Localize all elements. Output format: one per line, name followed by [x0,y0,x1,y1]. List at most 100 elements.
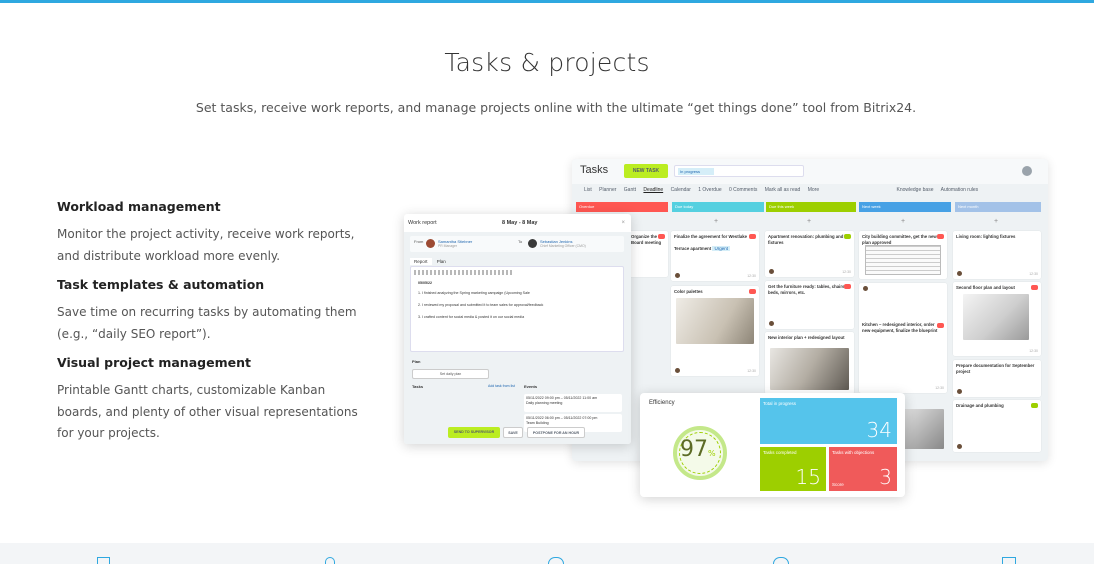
tab: 0 Comments [729,187,758,193]
tile-label: Tasks completed [763,450,797,455]
card-title: Living room: lighting fixtures [956,234,1016,239]
efficiency-widget: Efficiency 97% Total in progress 34 Task… [640,393,905,497]
column-header: Next month [955,202,1041,212]
avatar [426,239,435,248]
tile-label: Total in progress [763,401,797,406]
feature-list: Workload management Monitor the project … [57,199,362,455]
card-time: 12:30 [1029,348,1038,353]
top-accent-bar [0,0,1094,3]
report-people: From Samantha Stiebner PR Manager To Seb… [410,236,624,252]
tile-in-progress: Total in progress 34 [760,398,897,444]
tab: List [584,187,592,193]
kanban-columns: Overdue Due today Due this week Next wee… [576,202,1044,212]
gear-icon [1022,166,1032,176]
editor-toolbar [414,270,514,275]
to-role: Chief Marketing Officer (CMO) [540,244,586,248]
avatar [675,368,680,373]
card-time: 12:30 [935,385,944,390]
card-time: 12:30 [747,368,756,373]
tile-objections: Tasks with objections Score 3 [829,447,897,491]
tab: More [807,187,820,193]
report-line: 3. I crafted content for social media & … [418,315,525,319]
from-label: From [414,239,424,244]
tile-value: 3 [879,465,892,489]
column-header: Next week [859,202,951,212]
feature-description: Printable Gantt charts, customizable Kan… [57,383,358,440]
new-task-button: NEW TASK [624,164,668,178]
filter-field: In progress [674,165,804,177]
tile-sub-label: Score [832,482,844,487]
work-report-window: Work report 8 May - 8 May × From Samanth… [404,214,631,444]
badge-icon [844,284,851,289]
percent-sign: % [708,449,716,458]
tile-label: Tasks with objections [832,450,875,455]
column-header: Overdue [576,202,668,212]
photo-image [676,298,754,344]
badge-icon [1031,403,1038,408]
add-icon: + [807,218,812,225]
feature-title: Visual project management [57,355,251,370]
tab: Planner [599,187,617,193]
card-tag: Urgent [712,245,730,251]
kanban-tabs: List Planner Gantt Deadline Calendar 1 O… [584,187,1044,197]
task-card: Kitchen – redesigned interior, order new… [859,283,947,393]
feature-description: Save time on recurring tasks by automati… [57,305,357,341]
tab-active: Deadline [643,187,664,193]
badge-icon [844,234,851,239]
event-name: Daily planning meeting [526,401,563,405]
card-time: 12:30 [1029,271,1038,276]
badge-icon [749,234,756,239]
tab: 1 Overdue [698,187,722,193]
column-header: Due this week [766,202,856,212]
card-title: Kitchen – redesigned interior, order new… [862,322,938,333]
card-title: Drainage and plumbing [956,403,1004,408]
task-card: Apartment renovation: plumbing and fixtu… [765,231,854,277]
blueprint-image [865,245,941,275]
add-icon: + [714,218,719,225]
report-line: 2. I reviewed my proposal and submitted … [418,303,544,307]
feature-icon [773,557,789,564]
efficiency-title: Efficiency [649,400,675,406]
report-date: 05/05/22 [418,281,432,285]
task-card: Prepare documentation for September proj… [953,360,1041,397]
task-card: New interior plan + redesigned layout [765,332,854,394]
avatar [769,321,774,326]
task-card: Living room: lighting fixtures 12:30 [953,231,1041,279]
badge-icon [749,289,756,294]
feature-icon [548,557,564,564]
efficiency-percent: 97% [680,437,716,462]
tab: Gantt [623,187,637,193]
card-title: Second floor plan and layout [956,285,1015,290]
event-item: 05/11/2022 09:00 pm – 05/11/2022 11:00 a… [524,394,622,412]
events-label: Events [524,384,538,389]
task-card: Color palettes 12:30 [671,286,759,376]
next-section-band [0,543,1094,564]
plan-label: Plan [412,359,421,364]
card-title: New interior plan + redesigned layout [768,335,845,340]
avatar [957,444,962,449]
avatar [957,389,962,394]
report-title: Work report [408,220,437,226]
card-title: Color palettes [674,289,703,294]
from-role: PR Manager [438,244,458,248]
send-to-supervisor-button: SEND TO SUPERVISOR [448,427,500,438]
add-icon: + [901,218,906,225]
card-title: Organize the Board meeting [631,234,662,245]
kitchen-image [900,409,944,449]
card-time: 12:30 [747,273,756,278]
house-image [963,294,1029,340]
avatar [528,239,537,248]
report-tabs: Report Plan [410,258,450,265]
tab: Calendar [670,187,691,193]
event-name: Team Building [526,421,549,425]
avatar [957,271,962,276]
tab-report: Report [410,258,432,265]
task-card: Organize the Board meeting [628,231,668,277]
avatar [863,286,868,291]
column-header: Due today [672,202,764,212]
report-header: Work report 8 May - 8 May × [404,214,631,232]
card-time: 12:30 [842,269,851,274]
task-card: City building committee, get the new pla… [859,231,947,279]
photo-image [770,348,849,390]
badge-icon [937,234,944,239]
